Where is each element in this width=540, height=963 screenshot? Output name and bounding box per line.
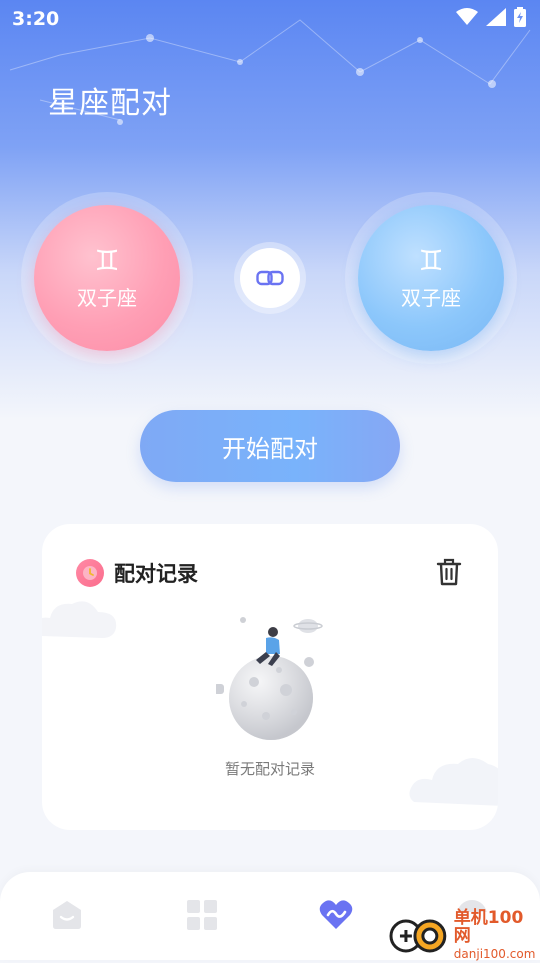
gemini-icon: ♊ [94, 243, 120, 277]
empty-state-text: 暂无配对记录 [224, 760, 315, 778]
link-icon [256, 270, 284, 286]
battery-icon [514, 7, 526, 27]
card-title: 配对记录 [114, 562, 198, 586]
left-sign-button[interactable]: ♊ 双子座 [34, 205, 180, 351]
site-watermark: 单机100网 danji100.com [382, 908, 540, 961]
empty-moon-illustration [216, 617, 323, 740]
home-tab-icon[interactable] [50, 898, 84, 932]
start-match-button[interactable]: 开始配对 [140, 410, 400, 482]
status-bar: 3:20 [0, 0, 540, 38]
right-sign-button[interactable]: ♊ 双子座 [358, 205, 504, 351]
gemini-icon: ♊ [418, 243, 444, 277]
left-sign-name: 双子座 [77, 285, 137, 310]
trash-icon[interactable] [436, 558, 462, 586]
link-button[interactable] [240, 248, 300, 308]
cloud-decoration [42, 601, 117, 638]
status-time: 3:20 [12, 8, 60, 30]
watermark-logo-icon [389, 919, 447, 953]
right-sign-name: 双子座 [401, 285, 461, 310]
page-title: 星座配对 [48, 86, 172, 121]
match-record-card: 配对记录 暂无配对记录 [42, 524, 498, 830]
clock-icon [76, 559, 104, 587]
match-heart-tab-icon[interactable] [319, 898, 353, 932]
watermark-cn: 单机100网 [453, 908, 524, 946]
signal-icon [486, 8, 506, 26]
apps-tab-icon[interactable] [185, 898, 219, 932]
watermark-en: danji100.com [453, 947, 536, 961]
wifi-icon [456, 8, 478, 25]
